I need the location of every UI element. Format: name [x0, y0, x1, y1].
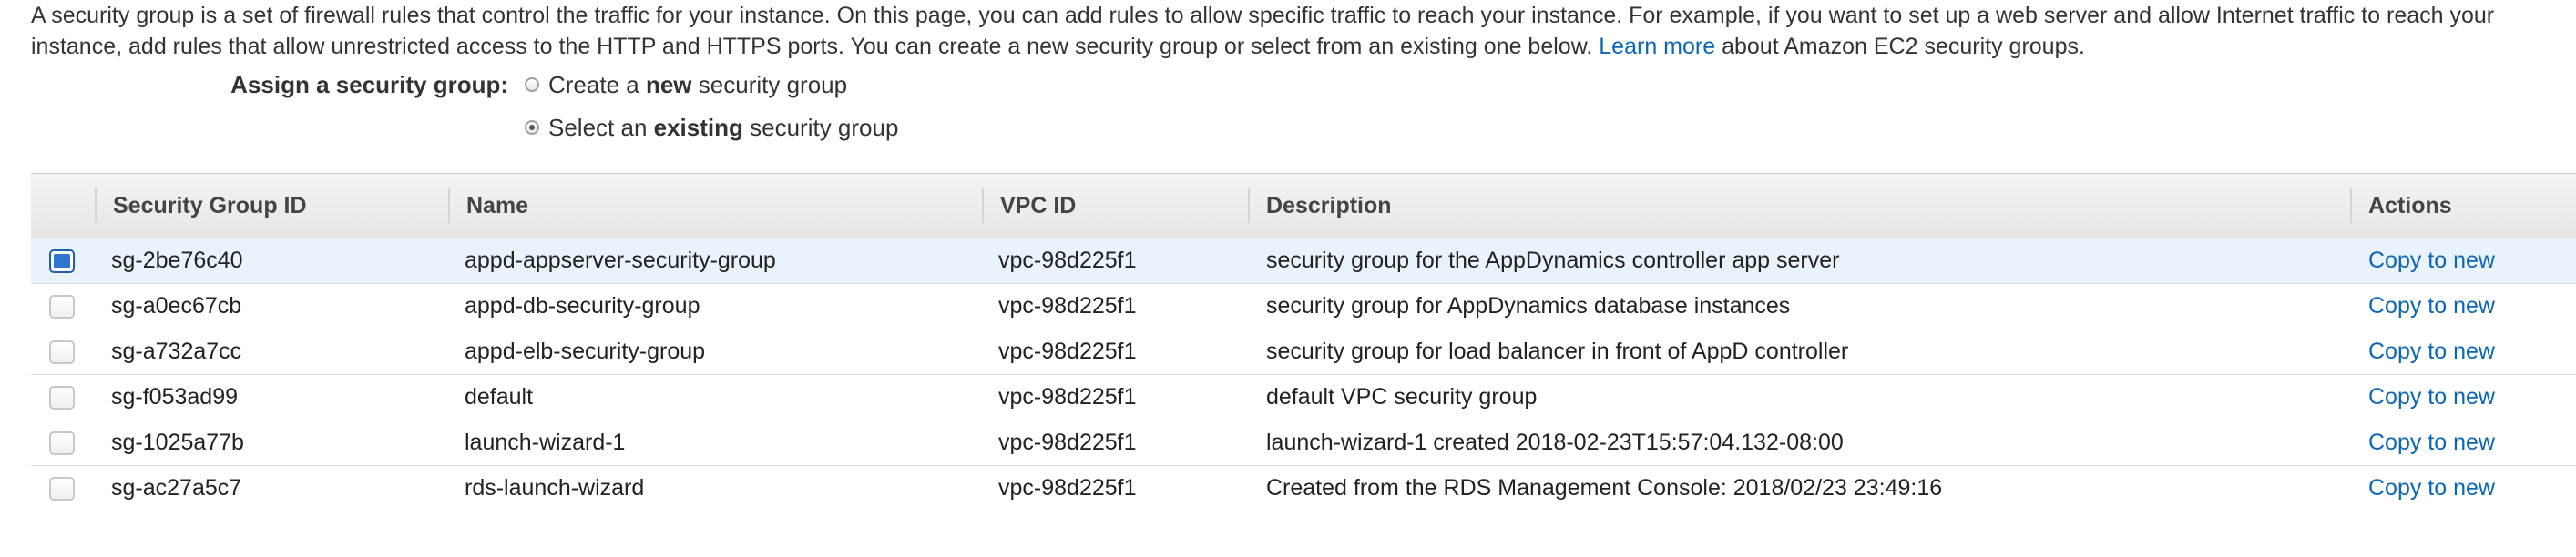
- cell-security-group-id: sg-f053ad99: [111, 384, 239, 410]
- select-existing-radio[interactable]: [525, 120, 539, 135]
- row-checkbox[interactable]: [49, 295, 75, 319]
- row-checkbox[interactable]: [49, 249, 75, 273]
- column-separator: [95, 188, 97, 223]
- create-new-prefix: Create a: [548, 71, 639, 98]
- copy-to-new-link[interactable]: Copy to new: [2368, 238, 2495, 283]
- copy-to-new-link[interactable]: Copy to new: [2368, 329, 2495, 374]
- column-separator: [448, 188, 450, 223]
- cell-vpc-id: vpc-98d225f1: [998, 430, 1137, 455]
- security-groups-table: Security Group ID Name VPC ID Descriptio…: [31, 173, 2576, 511]
- cell-description: Created from the RDS Management Console:…: [1266, 475, 1943, 501]
- assign-row-existing: Select an existing security group: [0, 109, 2576, 146]
- cell-name: default: [465, 384, 534, 410]
- create-new-suffix: security group: [698, 71, 848, 98]
- row-checkbox[interactable]: [49, 340, 75, 364]
- intro-text: A security group is a set of firewall ru…: [31, 3, 2495, 59]
- learn-more-link[interactable]: Learn more: [1599, 34, 1715, 59]
- header-actions: Actions: [2368, 193, 2452, 218]
- cell-security-group-id: sg-a732a7cc: [111, 339, 242, 364]
- intro-text-after: about Amazon EC2 security groups.: [1722, 34, 2085, 59]
- intro-paragraph: A security group is a set of firewall ru…: [31, 0, 2572, 62]
- table-row[interactable]: sg-a732a7cc appd-elb-security-group vpc-…: [31, 329, 2576, 375]
- cell-description: security group for the AppDynamics contr…: [1266, 248, 1840, 273]
- row-checkbox[interactable]: [49, 386, 75, 410]
- create-new-bold: new: [645, 71, 692, 98]
- table-body: sg-2be76c40 appd-appserver-security-grou…: [31, 238, 2576, 511]
- table-row[interactable]: sg-2be76c40 appd-appserver-security-grou…: [31, 238, 2576, 284]
- cell-description: default VPC security group: [1266, 384, 1538, 410]
- header-name[interactable]: Name: [466, 174, 528, 238]
- cell-description: launch-wizard-1 created 2018-02-23T15:57…: [1266, 430, 1844, 455]
- table-row[interactable]: sg-a0ec67cb appd-db-security-group vpc-9…: [31, 284, 2576, 329]
- cell-security-group-id: sg-1025a77b: [111, 430, 244, 455]
- table-row[interactable]: sg-1025a77b launch-wizard-1 vpc-98d225f1…: [31, 420, 2576, 466]
- header-security-group-id[interactable]: Security Group ID: [113, 174, 307, 238]
- header-description[interactable]: Description: [1266, 174, 1392, 238]
- cell-vpc-id: vpc-98d225f1: [998, 384, 1137, 410]
- copy-to-new-link[interactable]: Copy to new: [2368, 466, 2495, 511]
- select-existing-bold: existing: [653, 114, 743, 141]
- row-checkbox[interactable]: [49, 477, 75, 501]
- table-header: Security Group ID Name VPC ID Descriptio…: [31, 173, 2576, 238]
- cell-name: rds-launch-wizard: [465, 475, 645, 501]
- table-row[interactable]: sg-ac27a5c7 rds-launch-wizard vpc-98d225…: [31, 466, 2576, 511]
- row-checkbox[interactable]: [49, 431, 75, 455]
- cell-description: security group for load balancer in fron…: [1266, 339, 1849, 364]
- create-new-security-group-option[interactable]: Create a new security group: [525, 66, 847, 103]
- cell-vpc-id: vpc-98d225f1: [998, 293, 1137, 319]
- select-existing-prefix: Select an: [548, 114, 648, 141]
- cell-description: security group for AppDynamics database …: [1266, 293, 1791, 319]
- copy-to-new-link[interactable]: Copy to new: [2368, 420, 2495, 465]
- cell-vpc-id: vpc-98d225f1: [998, 248, 1137, 273]
- cell-vpc-id: vpc-98d225f1: [998, 339, 1137, 364]
- cell-name: appd-elb-security-group: [465, 339, 706, 364]
- table-row[interactable]: sg-f053ad99 default vpc-98d225f1 default…: [31, 375, 2576, 420]
- cell-security-group-id: sg-ac27a5c7: [111, 475, 242, 501]
- cell-vpc-id: vpc-98d225f1: [998, 475, 1137, 501]
- column-separator: [982, 188, 984, 223]
- copy-to-new-link[interactable]: Copy to new: [2368, 375, 2495, 420]
- column-separator: [1248, 188, 1250, 223]
- cell-name: launch-wizard-1: [465, 430, 626, 455]
- cell-name: appd-appserver-security-group: [465, 248, 776, 273]
- create-new-radio[interactable]: [525, 77, 539, 92]
- security-group-page: A security group is a set of firewall ru…: [0, 0, 2576, 557]
- cell-security-group-id: sg-a0ec67cb: [111, 293, 242, 319]
- select-existing-security-group-option[interactable]: Select an existing security group: [525, 109, 898, 146]
- cell-name: appd-db-security-group: [465, 293, 700, 319]
- assign-row-create: Assign a security group: Create a new se…: [0, 66, 2576, 103]
- select-existing-suffix: security group: [750, 114, 899, 141]
- copy-to-new-link[interactable]: Copy to new: [2368, 284, 2495, 329]
- column-separator: [2350, 188, 2352, 223]
- assign-security-group-label: Assign a security group:: [230, 71, 508, 98]
- header-vpc-id[interactable]: VPC ID: [1000, 174, 1076, 238]
- cell-security-group-id: sg-2be76c40: [111, 248, 243, 273]
